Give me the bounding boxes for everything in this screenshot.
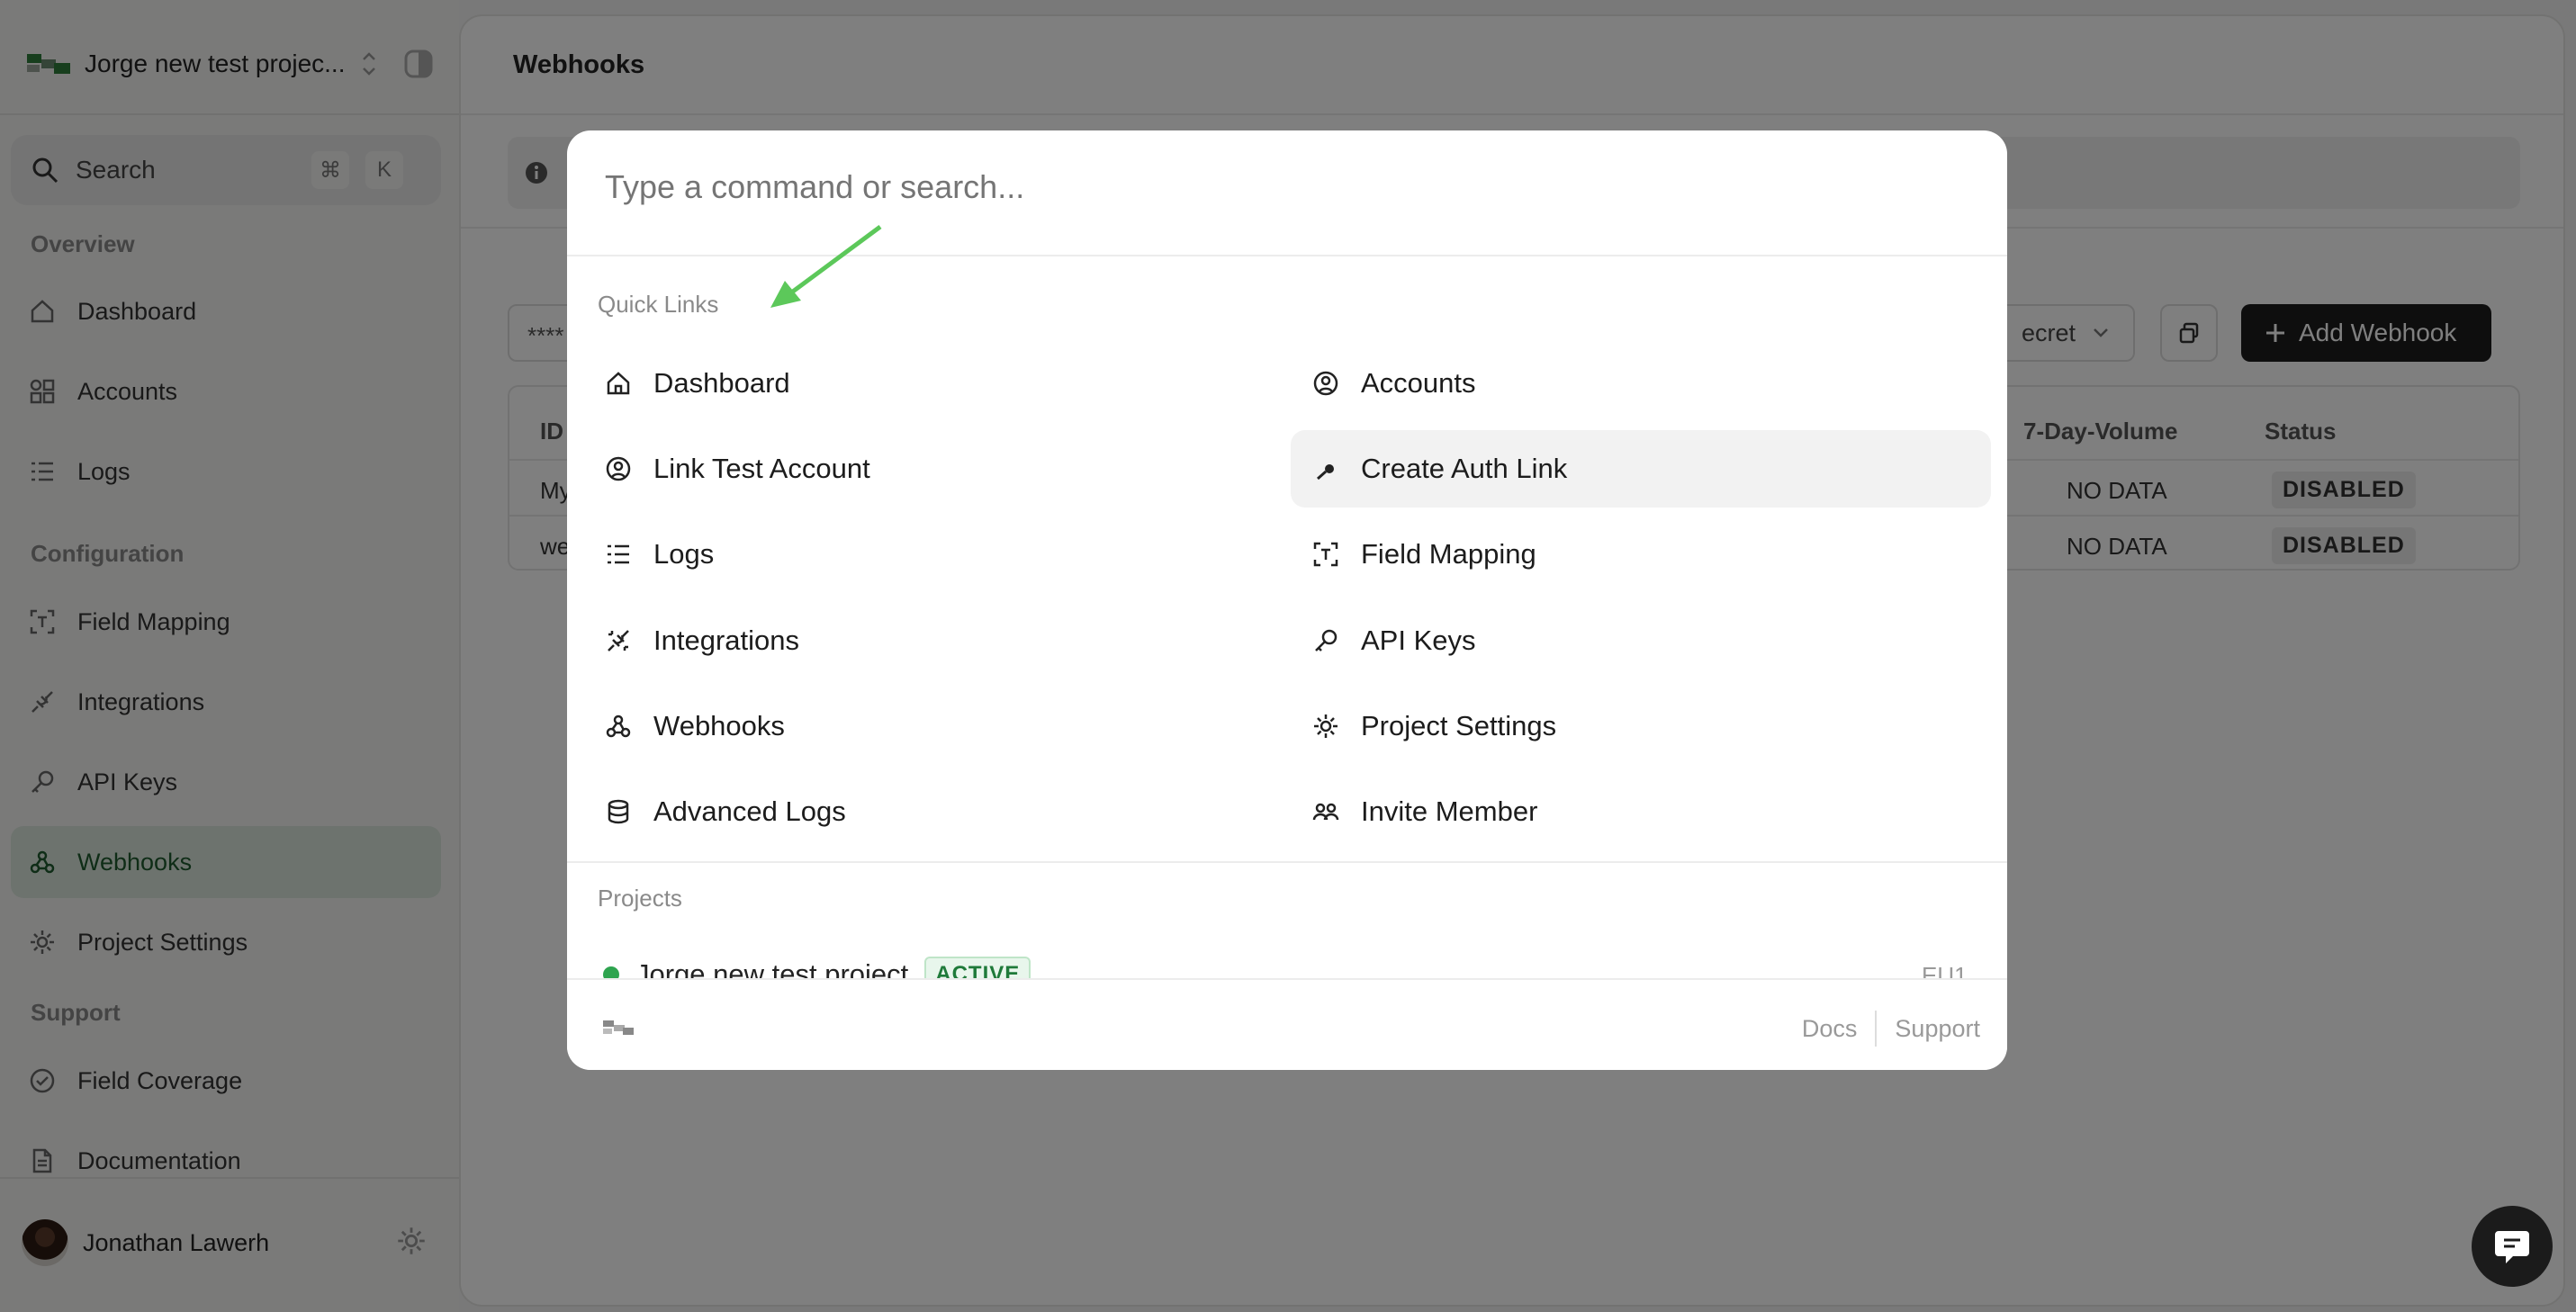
quick-link-invite-member[interactable]: Invite Member (1274, 773, 1982, 850)
support-link[interactable]: Support (1895, 1015, 1980, 1043)
projects-label: Projects (598, 885, 682, 912)
quick-link-label: Link Test Account (653, 453, 870, 484)
key-icon (1311, 625, 1341, 656)
divider (567, 861, 2007, 863)
users-icon (1311, 796, 1341, 827)
annotation-arrow-icon (765, 223, 891, 313)
quick-link-label: Webhooks (653, 710, 785, 741)
quick-link-label: Create Auth Link (1361, 453, 1568, 484)
quick-links-label: Quick Links (598, 291, 719, 318)
logo-icon (603, 1018, 634, 1038)
key-icon (1311, 454, 1341, 484)
quick-link-accounts[interactable]: Accounts (1274, 345, 1982, 422)
user-circle-icon (603, 454, 634, 484)
quick-link-label: Integrations (653, 625, 799, 656)
quick-link-label: API Keys (1361, 625, 1476, 656)
command-search-input[interactable] (605, 168, 1955, 206)
quick-link-create-auth-link[interactable]: Create Auth Link (1291, 430, 1991, 508)
quick-link-advanced-logs[interactable]: Advanced Logs (567, 773, 1269, 850)
list-icon (603, 539, 634, 570)
quick-link-webhooks[interactable]: Webhooks (567, 687, 1269, 765)
quick-link-label: Logs (653, 538, 715, 570)
quick-link-dashboard[interactable]: Dashboard (567, 345, 1269, 422)
chat-icon (2491, 1226, 2533, 1267)
home-icon (603, 368, 634, 399)
user-circle-icon (1311, 368, 1341, 399)
quick-link-project-settings[interactable]: Project Settings (1274, 687, 1982, 765)
plug-icon (603, 625, 634, 656)
quick-link-logs[interactable]: Logs (567, 516, 1269, 593)
database-icon (603, 796, 634, 827)
quick-link-api-keys[interactable]: API Keys (1274, 602, 1982, 679)
quick-link-field-mapping[interactable]: Field Mapping (1274, 516, 1982, 593)
divider (1875, 1011, 1878, 1047)
quick-link-label: Advanced Logs (653, 795, 846, 827)
quick-link-label: Invite Member (1361, 795, 1538, 827)
docs-link[interactable]: Docs (1802, 1015, 1858, 1043)
quick-link-label: Field Mapping (1361, 538, 1536, 570)
quick-link-link-test-account[interactable]: Link Test Account (567, 430, 1269, 508)
webhook-icon (603, 711, 634, 741)
quick-link-label: Project Settings (1361, 710, 1557, 741)
chat-support-button[interactable] (2472, 1206, 2553, 1287)
quick-link-integrations[interactable]: Integrations (567, 602, 1269, 679)
quick-link-label: Accounts (1361, 367, 1476, 399)
palette-footer: Docs Support (567, 978, 2007, 1070)
field-mapping-icon (1311, 539, 1341, 570)
gear-icon (1311, 711, 1341, 741)
quick-link-label: Dashboard (653, 367, 790, 399)
